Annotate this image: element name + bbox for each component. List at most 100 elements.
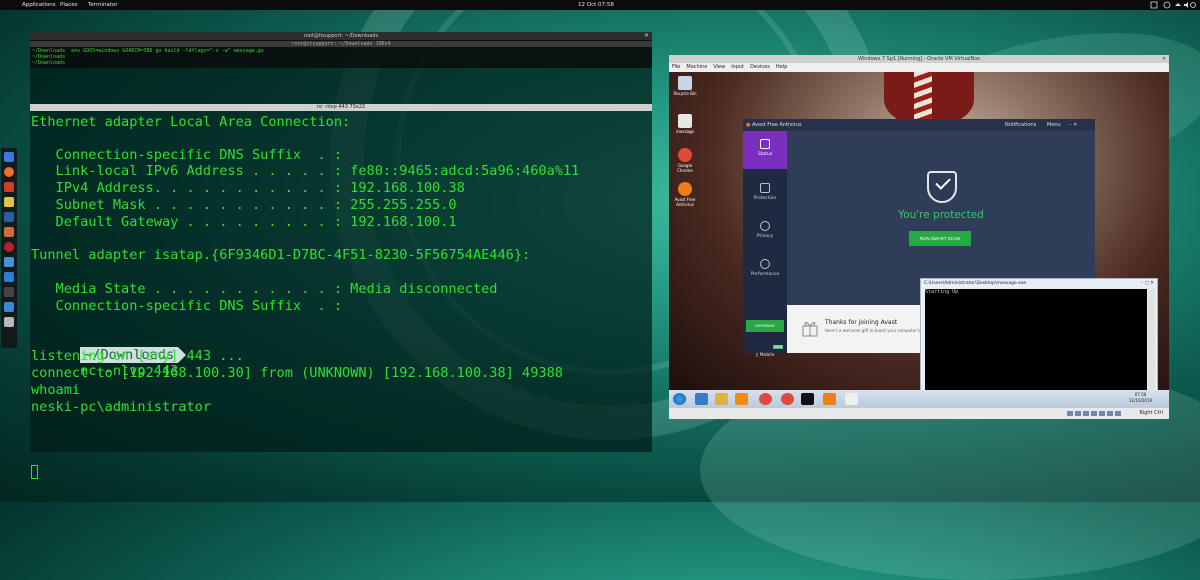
terminal-icon[interactable] [4,287,14,297]
menu-view[interactable]: View [713,64,725,70]
desktop-icon-label: Avast Free Antivirus [674,197,696,207]
top-bar-clock[interactable]: 12 Oct 07:58 [578,0,614,10]
tab-label: Status [757,152,773,157]
system-tray-icons[interactable] [1150,1,1196,9]
recycle-bin-icon [678,76,692,90]
close-icon[interactable]: ✕ [1162,55,1166,63]
virtualbox-status-bar: Right Ctrl [669,408,1169,419]
output-line: whoami [31,382,81,398]
upgrade-button[interactable]: UPGRADE [746,320,784,332]
menu-input[interactable]: Input [731,64,744,70]
tab-performance[interactable]: Performance [743,251,787,289]
message-taskbar-icon[interactable] [845,393,858,405]
chrome-desktop-icon[interactable]: Google Chrome [673,148,697,173]
tab-status[interactable]: Status [743,131,787,169]
windows-clock[interactable]: 07:58 12/10/2019 [1129,392,1152,404]
desktop-icon-label: message [676,129,694,134]
new-badge: NEW [773,345,784,349]
check-icon [935,174,951,190]
menu-devices[interactable]: Devices [750,64,770,70]
close-icon[interactable]: ✕ [644,32,649,40]
avast-logo-icon: ● [746,122,751,128]
tab-protection[interactable]: Protection [743,175,787,213]
burp-icon[interactable] [4,227,14,237]
cherry-icon[interactable] [4,242,14,252]
window-controls[interactable]: – ✕ [1069,119,1077,131]
menu-file[interactable]: File [672,64,680,70]
recycle-bin-desktop-icon[interactable]: Recycle Bin [673,76,697,96]
windows-taskbar: 07:58 12/10/2019 [669,390,1169,408]
terminal-red-icon[interactable] [4,182,14,192]
mobile-link[interactable]: ▯ Mobile [743,353,787,358]
output-line: neski-pc\administrator [31,399,212,415]
applications-menu[interactable]: Applications [22,0,56,10]
top-pane[interactable]: root@itsupport: ~/Downloads 196x4 ~/Down… [30,40,652,68]
avast-icon [678,182,692,196]
protected-shield-icon [927,171,957,203]
avast-taskbar-icon[interactable] [823,393,836,405]
cmd-title: C:\Users\Administrator\Desktop\message.e… [924,281,1027,286]
start-button-icon[interactable] [673,393,686,405]
vm-screen[interactable]: Recycle Bin message Google Chrome Avast … [669,72,1169,390]
virtualbox-menubar: File Machine View Input Devices Help [669,63,1169,72]
notes-icon[interactable] [4,197,14,207]
power-icon [1190,2,1196,8]
clock-time: 07:58 [1134,392,1147,397]
lock-icon [760,183,770,193]
terminal-title-bar[interactable]: root@itsupport: ~/Downloads ✕ [30,32,652,40]
run-smart-scan-button[interactable]: RUN SMART SCAN [909,231,971,246]
firefox-icon[interactable] [4,167,14,177]
tab-label: Protection [753,196,777,201]
scrollbar[interactable] [1148,289,1155,390]
cmd-taskbar-icon[interactable] [801,393,814,405]
bottom-pane[interactable]: Ethernet adapter Local Area Connection: … [30,112,652,479]
explorer-icon[interactable] [715,393,728,405]
menu-link[interactable]: Menu [1047,119,1061,131]
menu-help[interactable]: Help [776,64,787,70]
terminator-app-menu[interactable]: Terminator [88,0,118,10]
gift-icon [802,322,818,337]
avast-title: Avast Free Antivirus [751,122,802,128]
tab-privacy[interactable]: Privacy [743,213,787,251]
terminal-line: Ethernet adapter Local Area Connection: [31,114,351,130]
files-icon[interactable] [4,152,14,162]
top-bar: Applications Places Terminator 12 Oct 07… [0,0,1200,10]
notifications-link[interactable]: Notifications [1005,119,1036,131]
chrome-taskbar-icon-2[interactable] [781,393,794,405]
fingerprint-icon [760,221,770,231]
vscode-icon[interactable] [4,272,14,282]
trash-icon[interactable] [4,317,14,327]
welcome-subtitle: Here's a welcome gift to boost your comp… [825,328,920,333]
terminal-line: Link-local IPv6 Address . . . . . : fe80… [31,163,580,179]
virtualbox-icon[interactable] [4,302,14,312]
cmd-output[interactable]: Starting Up [925,289,1147,390]
clock-date: 12/10/2019 [1129,398,1153,403]
places-menu[interactable]: Places [60,0,78,10]
message-desktop-icon[interactable]: message [673,114,697,134]
device-status-icons[interactable] [1067,410,1127,417]
terminal-line: Subnet Mask . . . . . . . . . . . : 255.… [31,197,457,213]
ie-icon[interactable] [695,393,708,405]
virtualbox-title: Windows 7 Sp1 [Running] - Oracle VM Virt… [858,56,980,62]
book-icon[interactable] [4,212,14,222]
media-player-icon[interactable] [735,393,748,405]
output-line: listening on [any] 443 ... [31,348,244,364]
screen-icon [1150,1,1158,9]
desktop-icon-label: Recycle Bin [673,91,697,96]
avast-desktop-icon[interactable]: Avast Free Antivirus [673,182,697,207]
dock [1,148,17,348]
accessibility-icon [1163,1,1171,9]
virtualbox-window: Windows 7 Sp1 [Running] - Oracle VM Virt… [669,55,1169,419]
top-pane-line: ~/Downloads [32,60,66,66]
cmd-title-bar[interactable]: C:\Users\Administrator\Desktop\message.e… [921,279,1157,288]
terminal-line: Connection-specific DNS Suffix . : [31,298,342,314]
image-viewer-icon[interactable] [4,257,14,267]
gauge-icon [760,259,770,269]
cmd-output-text: Starting Up [925,289,959,295]
host-key-label: Right Ctrl [1139,410,1163,416]
window-controls[interactable]: – ▢ ✕ [1141,279,1154,288]
chrome-taskbar-icon[interactable] [759,393,772,405]
virtualbox-title-bar[interactable]: Windows 7 Sp1 [Running] - Oracle VM Virt… [669,55,1169,63]
chrome-icon [678,148,692,162]
menu-machine[interactable]: Machine [686,64,707,70]
